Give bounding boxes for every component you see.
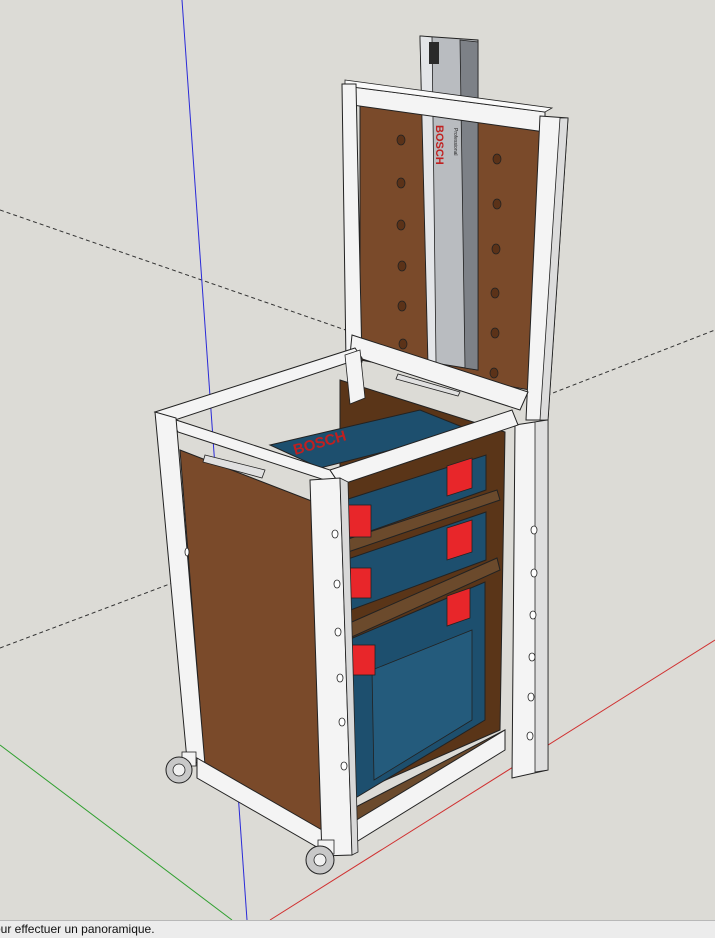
dashed-axis-line-lower bbox=[0, 581, 176, 649]
left-post-hole bbox=[184, 547, 190, 557]
status-text: our effectuer un panoramique. bbox=[0, 922, 155, 936]
rail-brand-text: BOSCH bbox=[433, 125, 445, 165]
3d-viewport[interactable]: BOSCH Professional BOSCH bbox=[0, 0, 715, 920]
caster-wheel-left bbox=[165, 751, 197, 784]
right-rear-leg bbox=[511, 419, 549, 779]
caster-wheel-right bbox=[305, 839, 335, 875]
rail-subtext: Professional bbox=[452, 128, 458, 156]
back-frame: BOSCH Professional bbox=[341, 35, 569, 421]
cabinet: BOSCH bbox=[153, 347, 519, 857]
dashed-axis-line-right bbox=[539, 329, 715, 399]
model-scene: BOSCH Professional BOSCH bbox=[0, 0, 715, 920]
dashed-axis-line-left bbox=[0, 209, 361, 336]
status-bar: our effectuer un panoramique. bbox=[0, 920, 715, 938]
